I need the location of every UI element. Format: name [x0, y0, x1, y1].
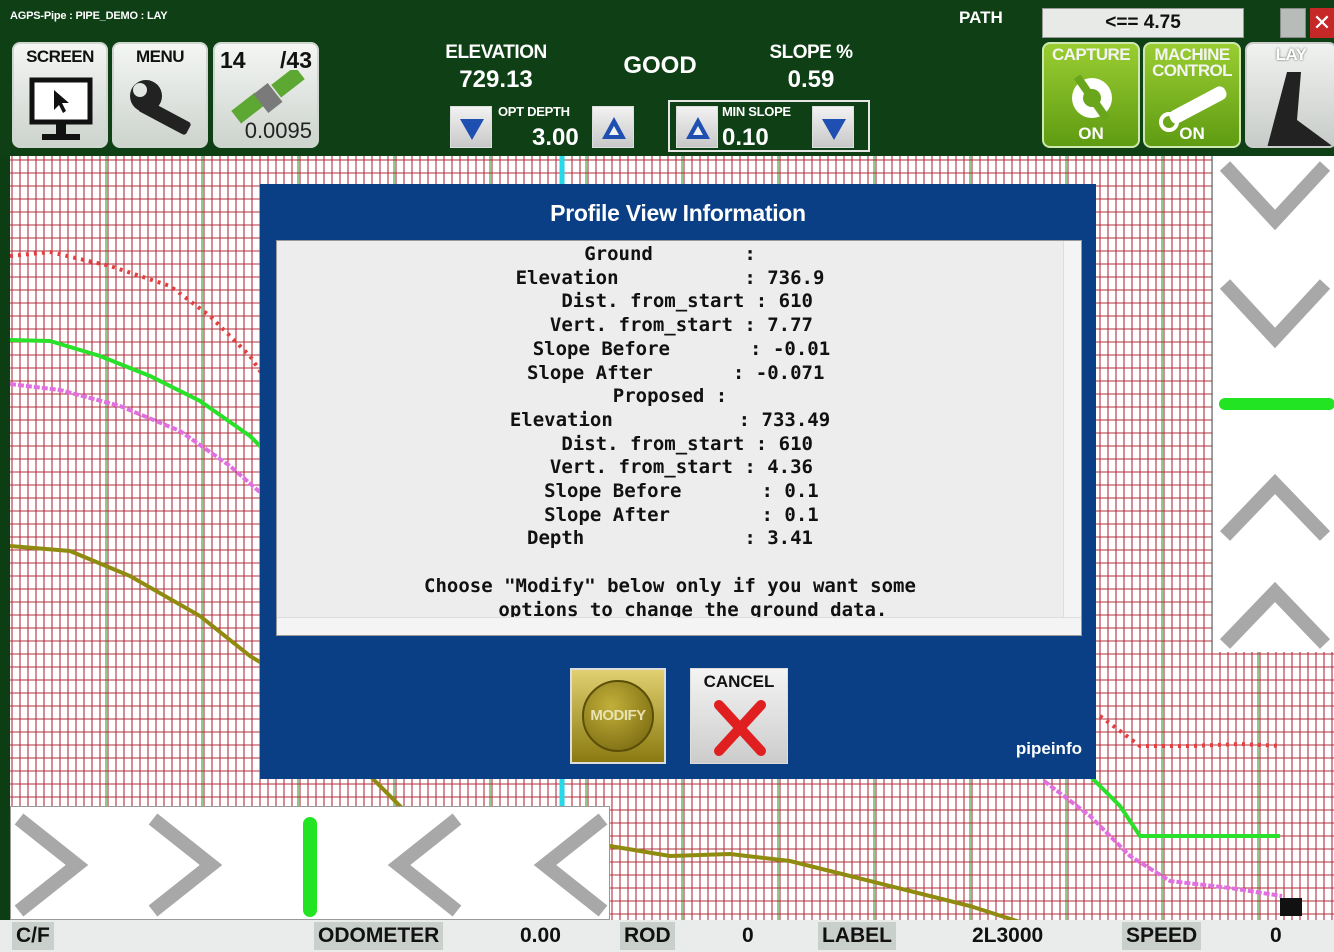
- screen-button[interactable]: SCREEN: [12, 42, 108, 148]
- menu-button[interactable]: MENU: [112, 42, 208, 148]
- min-slope-label: MIN SLOPE: [722, 104, 791, 119]
- close-button[interactable]: ✕: [1310, 8, 1334, 38]
- monitor-icon: [29, 77, 93, 140]
- menu-button-label: MENU: [135, 47, 185, 66]
- horizontal-scrollbar[interactable]: [277, 617, 1081, 635]
- lay-label: LAY: [1275, 45, 1307, 64]
- info-line: Slope After : -0.071: [515, 361, 825, 384]
- elevation-label: ELEVATION: [445, 42, 547, 63]
- label-value: 2L3000: [972, 924, 1044, 947]
- info-line: Slope After : 0.1: [521, 503, 819, 526]
- triangle-up-icon: [686, 117, 710, 139]
- path-value[interactable]: <== 4.75: [1042, 8, 1244, 38]
- elevation-value: 729.13: [459, 66, 533, 93]
- scroll-up-fast-icon[interactable]: [1219, 581, 1331, 649]
- capture-state: ON: [1078, 124, 1104, 143]
- elevation-level-marker: [1219, 398, 1334, 410]
- scroll-down-fast-icon[interactable]: [1219, 161, 1331, 231]
- capture-target-icon: [1072, 74, 1112, 122]
- scroll-down-icon[interactable]: [1219, 279, 1331, 349]
- info-text-panel[interactable]: Ground : Elevation : 736.9 Dist. from_sta…: [276, 240, 1082, 636]
- profile-info-dialog: Profile View Information Ground : Elevati…: [260, 184, 1096, 779]
- info-line: Vert. from_start : 4.36: [527, 456, 813, 479]
- lay-button[interactable]: LAY: [1245, 42, 1334, 148]
- machine-control-label: MACHINE CONTROL: [1152, 45, 1232, 80]
- minimize-button[interactable]: [1280, 8, 1306, 38]
- scroll-left-fast-icon[interactable]: [533, 813, 608, 917]
- min-slope-up-button[interactable]: [676, 106, 718, 148]
- rod-value: 0: [742, 924, 754, 947]
- slope-value: 0.59: [787, 66, 835, 93]
- red-x-icon: [714, 700, 766, 756]
- info-line: Elevation : 736.9: [515, 266, 825, 289]
- vertical-nav-panel: [1212, 156, 1334, 652]
- slope-label: SLOPE %: [769, 42, 853, 63]
- existing-ground-dots-right: [1098, 714, 1283, 748]
- dialog-footer-label: pipeinfo: [1015, 739, 1082, 758]
- label-label: LABEL: [818, 922, 896, 950]
- min-slope-down-button[interactable]: [812, 106, 854, 148]
- top-toolbar: AGPS-Pipe : PIPE_DEMO : LAY SCREEN MENU …: [0, 0, 1334, 156]
- modify-button[interactable]: MODIFY: [570, 668, 666, 764]
- info-text: Ground : Elevation : 736.9 Dist. from_sta…: [277, 243, 1063, 622]
- opt-depth-up-button[interactable]: [592, 106, 634, 148]
- screen-button-label: SCREEN: [26, 47, 94, 66]
- capture-label: CAPTURE: [1052, 45, 1131, 64]
- triangle-down-icon: [822, 119, 846, 140]
- vertical-scrollbar[interactable]: [1063, 241, 1081, 619]
- scroll-left-icon[interactable]: [387, 813, 462, 917]
- gps-precision: 0.0095: [244, 118, 312, 143]
- excavator-bucket-icon: [1267, 72, 1333, 146]
- scroll-up-icon[interactable]: [1219, 473, 1331, 541]
- status-bar: C/F ODOMETER 0.00 ROD 0 LABEL 2L3000 SPE…: [0, 920, 1334, 952]
- info-line: Slope Before : -0.01: [509, 337, 831, 360]
- cancel-button[interactable]: CANCEL: [690, 668, 788, 764]
- capture-button[interactable]: CAPTURE ON: [1042, 42, 1140, 148]
- info-line: Dist. from_start : 610: [527, 290, 813, 313]
- fix-status: GOOD: [623, 52, 697, 79]
- opt-depth-down-button[interactable]: [450, 106, 492, 148]
- opt-depth-value: 3.00: [532, 124, 579, 151]
- station-position-marker: [303, 817, 317, 917]
- machine-control-state: ON: [1179, 124, 1205, 143]
- info-line: Proposed :: [612, 385, 728, 408]
- speed-value: 0: [1270, 924, 1282, 947]
- odometer-value: 0.00: [520, 924, 561, 947]
- info-line: Depth : 3.41: [527, 527, 813, 550]
- app-title: AGPS-Pipe : PIPE_DEMO : LAY: [10, 10, 168, 22]
- scroll-right-fast-icon[interactable]: [14, 813, 89, 917]
- info-line: [277, 551, 1063, 575]
- info-line: Ground :: [584, 243, 756, 265]
- satellite-status-button[interactable]: 14 /43 0.0095: [213, 42, 319, 148]
- speed-label: SPEED: [1122, 922, 1202, 950]
- scroll-right-icon[interactable]: [148, 813, 223, 917]
- dialog-title: Profile View Information: [550, 200, 806, 226]
- info-line: Slope Before : 0.1: [521, 480, 819, 503]
- odometer-label: ODOMETER: [314, 922, 444, 950]
- machine-control-button[interactable]: MACHINE CONTROL ON: [1143, 42, 1241, 148]
- opt-depth-label: OPT DEPTH: [498, 104, 570, 119]
- proposed-line-right: [1042, 779, 1283, 898]
- info-line: Elevation : 733.49: [509, 408, 831, 431]
- info-line: Choose "Modify" below only if you want s…: [424, 574, 916, 597]
- rod-label: ROD: [620, 922, 675, 950]
- modify-button-label: MODIFY: [582, 680, 654, 752]
- triangle-up-icon: [602, 117, 626, 139]
- wrench-icon: [130, 80, 191, 135]
- horizontal-nav-panel: [10, 806, 610, 920]
- path-label: PATH: [959, 8, 1003, 27]
- info-line: Vert. from_start : 7.77: [527, 314, 813, 337]
- min-slope-value: 0.10: [722, 124, 769, 151]
- triangle-down-icon: [460, 119, 484, 140]
- cf-toggle[interactable]: C/F: [12, 922, 54, 950]
- info-line: Dist. from_start : 610: [527, 432, 813, 455]
- cancel-button-label: CANCEL: [703, 672, 775, 691]
- end-marker: [1280, 898, 1302, 916]
